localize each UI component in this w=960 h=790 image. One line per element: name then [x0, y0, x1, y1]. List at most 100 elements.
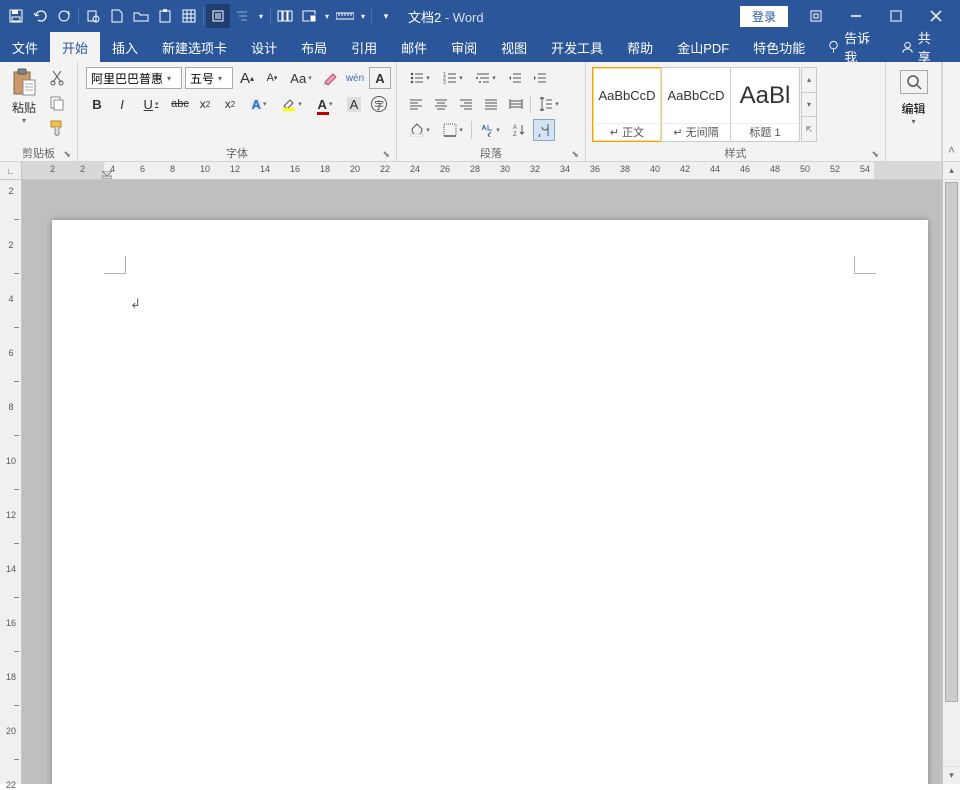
char-shading-button[interactable]: A	[343, 93, 365, 115]
numbering-button[interactable]: 123▾	[438, 67, 468, 89]
style-no-spacing[interactable]: AaBbCcD ↵ 无间隔	[661, 67, 731, 142]
ruler-toggle-icon[interactable]	[333, 4, 357, 28]
tab-references[interactable]: 引用	[339, 32, 389, 62]
edit-label: 编辑	[901, 100, 925, 117]
asian-layout-button[interactable]: ▾	[475, 119, 505, 141]
justify-button[interactable]	[480, 93, 502, 115]
qat-dd-icon[interactable]: ▾	[254, 4, 268, 28]
style-heading1[interactable]: AaBl 标题 1	[730, 67, 800, 142]
reading-view-icon[interactable]	[206, 4, 230, 28]
tab-layout[interactable]: 布局	[289, 32, 339, 62]
tell-me[interactable]: 告诉我	[817, 28, 890, 66]
font-family-combo[interactable]: 阿里巴巴普惠▾	[86, 67, 182, 89]
save-icon[interactable]	[4, 4, 28, 28]
share-button[interactable]: 共享	[891, 28, 952, 66]
insert-obj-icon[interactable]	[297, 4, 321, 28]
table-qat-icon[interactable]	[177, 4, 201, 28]
group-font: 阿里巴巴普惠▾ 五号▾ A▴ A▾ Aa▾ wén A B I U▾ abc x…	[78, 62, 397, 161]
ruler-tick: 10	[200, 164, 210, 174]
tab-file[interactable]: 文件	[0, 32, 50, 62]
scroll-up-icon[interactable]: ▴	[943, 162, 960, 180]
multilevel-list-button[interactable]: ▾	[471, 67, 501, 89]
underline-button[interactable]: U▾	[136, 93, 166, 115]
clipboard-launcher-icon[interactable]: ⬊	[63, 149, 71, 160]
outline-view-icon[interactable]	[230, 4, 254, 28]
style-scroll-down-icon[interactable]: ▾	[802, 93, 816, 118]
style-expand-icon[interactable]: ⇱	[802, 117, 816, 141]
phonetic-guide-button[interactable]: wén	[344, 67, 366, 89]
cut-icon[interactable]	[46, 67, 68, 89]
document-canvas[interactable]: ↲	[22, 180, 942, 784]
qat-dd3-icon[interactable]: ▾	[357, 4, 369, 28]
style-scroll-up-icon[interactable]: ▴	[802, 68, 816, 93]
format-painter-icon[interactable]	[46, 117, 68, 139]
open-icon[interactable]	[129, 4, 153, 28]
style-normal[interactable]: AaBbCcD ↵ 正文	[592, 67, 662, 142]
shrink-font-icon[interactable]: A▾	[261, 67, 283, 89]
font-size-combo[interactable]: 五号▾	[185, 67, 233, 89]
bullets-button[interactable]: ▾	[405, 67, 435, 89]
new-doc-icon[interactable]	[105, 4, 129, 28]
vertical-scrollbar[interactable]: ▴ ▾	[942, 162, 960, 784]
char-border-button[interactable]: A	[369, 67, 391, 89]
horizontal-ruler[interactable]: 2246810121416182022242628303234363840424…	[22, 162, 942, 180]
sort-button[interactable]: AZ	[508, 119, 530, 141]
align-left-button[interactable]	[405, 93, 427, 115]
scrollbar-thumb[interactable]	[945, 182, 958, 702]
qat-dd2-icon[interactable]: ▾	[321, 4, 333, 28]
tab-insert[interactable]: 插入	[100, 32, 150, 62]
font-color-button[interactable]: A▾	[310, 93, 340, 115]
borders-button[interactable]: ▾	[438, 119, 468, 141]
distribute-button[interactable]	[505, 93, 527, 115]
shading-button[interactable]: ▾	[405, 119, 435, 141]
print-preview-icon[interactable]	[81, 4, 105, 28]
clipboard-group-label: 剪贴板	[22, 145, 55, 161]
tab-help[interactable]: 帮助	[615, 32, 665, 62]
copy-icon[interactable]	[46, 92, 68, 114]
decrease-indent-button[interactable]	[504, 67, 526, 89]
subscript-button[interactable]: x2	[194, 93, 216, 115]
font-launcher-icon[interactable]: ⬊	[382, 149, 390, 160]
ruler-tick: 20	[350, 164, 360, 174]
paste-button[interactable]: 粘贴 ▾	[4, 64, 44, 125]
tab-view[interactable]: 视图	[489, 32, 539, 62]
increase-indent-button[interactable]	[529, 67, 551, 89]
tab-feature[interactable]: 特色功能	[741, 32, 817, 62]
tab-design[interactable]: 设计	[239, 32, 289, 62]
change-case-button[interactable]: Aa▾	[286, 67, 316, 89]
align-center-button[interactable]	[430, 93, 452, 115]
columns-icon[interactable]	[273, 4, 297, 28]
text-effects-button[interactable]: A▾	[244, 93, 274, 115]
tab-selector-icon[interactable]: ∟	[0, 162, 21, 180]
redo-icon[interactable]	[52, 4, 76, 28]
tab-newtab[interactable]: 新建选项卡	[150, 32, 239, 62]
collapse-ribbon-icon[interactable]: ˄	[942, 62, 960, 161]
qat-customize-icon[interactable]: ▾	[374, 4, 398, 28]
tab-developer[interactable]: 开发工具	[539, 32, 615, 62]
grow-font-icon[interactable]: A▴	[236, 67, 258, 89]
style-name: 标题 1	[731, 123, 799, 141]
find-button[interactable]: 编辑 ▾	[890, 64, 937, 145]
login-button[interactable]: 登录	[740, 6, 788, 27]
tab-review[interactable]: 审阅	[439, 32, 489, 62]
line-spacing-button[interactable]: ▾	[534, 93, 564, 115]
tab-home[interactable]: 开始	[50, 32, 100, 62]
clear-format-icon[interactable]	[319, 67, 341, 89]
tab-pdf[interactable]: 金山PDF	[665, 32, 741, 62]
superscript-button[interactable]: x2	[219, 93, 241, 115]
strikethrough-button[interactable]: abc	[169, 93, 191, 115]
scroll-down-icon[interactable]: ▾	[943, 766, 960, 784]
enclose-char-button[interactable]: 字	[368, 93, 390, 115]
tab-mail[interactable]: 邮件	[389, 32, 439, 62]
show-marks-button[interactable]	[533, 119, 555, 141]
bold-button[interactable]: B	[86, 93, 108, 115]
page[interactable]: ↲	[52, 220, 928, 784]
undo-icon[interactable]	[28, 4, 52, 28]
para-launcher-icon[interactable]: ⬊	[571, 149, 579, 160]
paste-qat-icon[interactable]	[153, 4, 177, 28]
styles-launcher-icon[interactable]: ⬊	[871, 149, 879, 160]
align-right-button[interactable]	[455, 93, 477, 115]
italic-button[interactable]: I	[111, 93, 133, 115]
indent-marker-icon[interactable]	[102, 171, 112, 179]
highlight-button[interactable]: ▾	[277, 93, 307, 115]
